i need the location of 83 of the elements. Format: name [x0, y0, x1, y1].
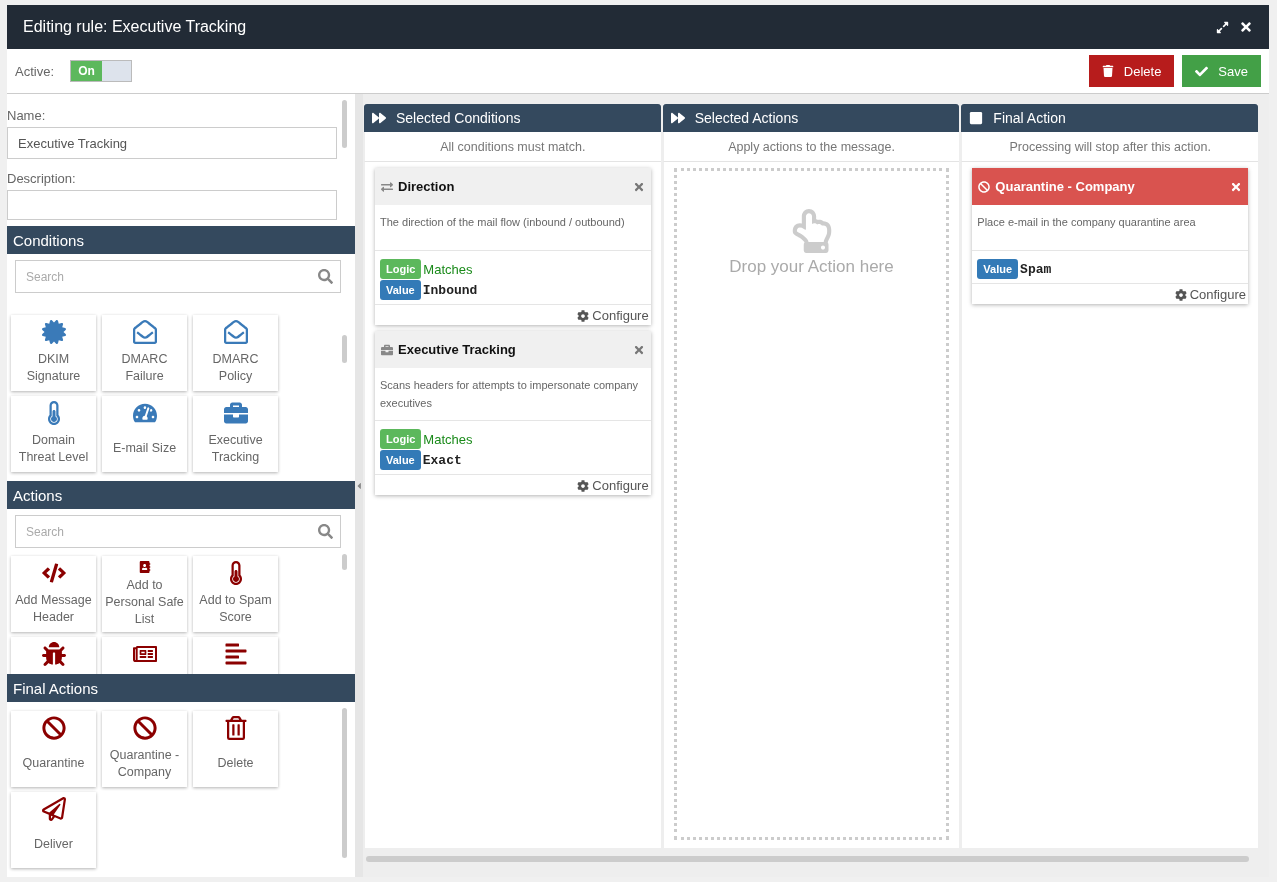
search-icon	[318, 269, 333, 284]
action-tile[interactable]: Add to Spam Score	[193, 556, 278, 632]
condition-tile[interactable]: DMARC Failure	[102, 315, 187, 391]
condition-tile[interactable]: DKIM Signature	[11, 315, 96, 391]
condition-tile[interactable]: E-mail Size	[102, 396, 187, 472]
arrows-icon	[381, 180, 393, 193]
bug-icon	[41, 642, 66, 666]
name-label: Name:	[7, 108, 47, 123]
ban-icon	[132, 716, 157, 740]
card-title: Executive Tracking	[398, 342, 517, 357]
condition-tile[interactable]: DMARC Policy	[193, 315, 278, 391]
condition-tile[interactable]: Executive Tracking	[193, 396, 278, 472]
column-title: Final Action	[993, 110, 1066, 126]
search-field[interactable]: Search	[15, 260, 341, 293]
double-arrow-icon	[670, 111, 685, 125]
delete-button[interactable]: Delete	[1088, 55, 1175, 87]
column-subtitle: Processing will stop after this action.	[961, 132, 1258, 162]
scrollbar-thumb[interactable]	[342, 335, 347, 363]
column-title: Selected Conditions	[396, 110, 521, 126]
action-tile[interactable]: Add to Personal Safe List	[102, 556, 187, 632]
name-field[interactable]: Executive Tracking	[7, 127, 337, 159]
trash-icon	[223, 716, 248, 740]
ban-icon	[978, 180, 991, 193]
description-label: Description:	[7, 171, 77, 186]
scrollbar-thumb[interactable]	[342, 708, 347, 858]
final-tile[interactable]: Delete	[193, 711, 278, 787]
final-tile[interactable]: Quarantine	[11, 711, 96, 787]
expand-icon[interactable]	[1216, 20, 1229, 34]
search-field[interactable]: Search	[15, 515, 341, 548]
logic-badge: Logic	[380, 429, 422, 449]
gauge-icon	[132, 401, 157, 425]
logic-text: Matches	[423, 431, 473, 447]
window-title: Editing rule: Executive Tracking	[23, 18, 248, 36]
code-icon	[41, 561, 66, 585]
gear-icon	[577, 479, 590, 492]
briefcase-icon	[381, 343, 393, 356]
trash-icon	[1101, 65, 1114, 77]
ban-icon	[41, 716, 66, 740]
scrollbar-thumb[interactable]	[366, 856, 1249, 862]
final-tile[interactable]: Deliver	[11, 792, 96, 868]
card-description: Scans headers for attempts to impersonate company executives	[375, 368, 651, 421]
condition-tile[interactable]: Domain Threat Level	[11, 396, 96, 472]
search-icon	[318, 524, 333, 539]
final-tile[interactable]: Quarantine - Company	[102, 711, 187, 787]
section-header: Actions	[7, 481, 355, 509]
value-badge: Value	[380, 280, 421, 300]
column-subtitle: Apply actions to the message.	[662, 132, 960, 162]
gear-icon	[1174, 288, 1187, 301]
section-header: Final Actions	[7, 674, 355, 702]
envelope-icon	[132, 320, 157, 344]
column-title: Selected Actions	[694, 110, 799, 126]
card-description: Place e-mail in the company quarantine area	[972, 205, 1248, 251]
description-field[interactable]	[7, 190, 337, 220]
envelope-icon	[223, 320, 248, 344]
configure-link[interactable]: Configure	[575, 475, 651, 495]
value-text: Spam	[1020, 261, 1052, 277]
gear-icon	[577, 309, 590, 322]
configure-link[interactable]: Configure	[575, 305, 651, 325]
scrollbar-thumb[interactable]	[342, 100, 347, 148]
paper-plane-icon	[41, 797, 66, 821]
double-arrow-icon	[372, 111, 386, 125]
logic-badge: Logic	[380, 259, 422, 279]
active-label: Active:	[15, 63, 54, 79]
check-icon	[1195, 64, 1209, 78]
value-badge: Value	[380, 450, 421, 470]
collapse-icon[interactable]	[355, 480, 363, 491]
close-icon[interactable]	[1239, 20, 1253, 34]
seal-icon	[41, 320, 66, 344]
briefcase-icon	[223, 401, 248, 425]
card-title: Direction	[398, 179, 456, 194]
lines-icon	[223, 642, 248, 666]
save-button[interactable]: Save	[1182, 55, 1261, 87]
configure-link[interactable]: Configure	[1172, 284, 1248, 304]
column-subtitle: All conditions must match.	[364, 132, 661, 162]
card-description: The direction of the mail flow (inbound / outbound)	[375, 205, 651, 251]
action-tile[interactable]: Add Message Header	[11, 556, 96, 632]
value-badge: Value	[977, 259, 1019, 279]
scrollbar-thumb[interactable]	[342, 554, 347, 570]
value-text: Exact	[422, 452, 462, 468]
value-text: Inbound	[422, 282, 478, 298]
card-title: Quarantine - Company	[995, 179, 1136, 194]
section-header: Conditions	[7, 226, 355, 254]
logic-text: Matches	[423, 261, 473, 277]
